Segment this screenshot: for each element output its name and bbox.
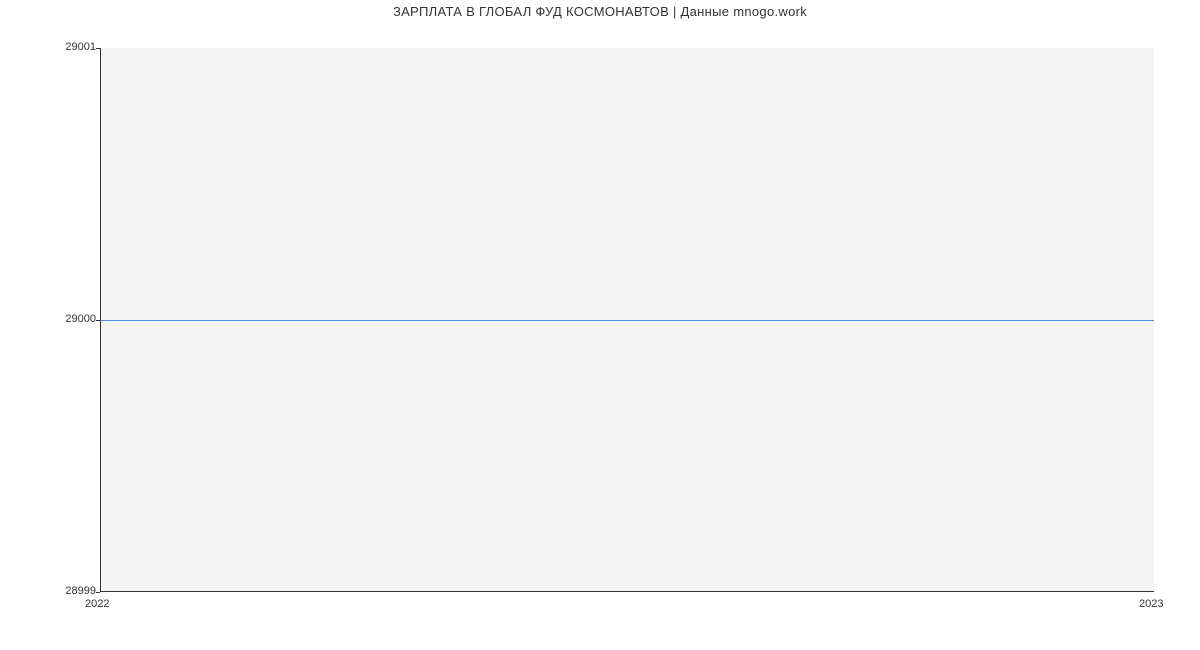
y-tick-label: 28999 (0, 585, 96, 597)
x-tick-label: 2022 (85, 598, 109, 610)
chart-title: ЗАРПЛАТА В ГЛОБАЛ ФУД КОСМОНАВТОВ | Данн… (0, 4, 1200, 19)
chart-container: ЗАРПЛАТА В ГЛОБАЛ ФУД КОСМОНАВТОВ | Данн… (0, 0, 1200, 650)
y-tick-mark (96, 320, 100, 321)
y-tick-label: 29000 (0, 313, 96, 325)
y-tick-mark (96, 48, 100, 49)
x-tick-label: 2023 (1139, 598, 1163, 610)
y-tick-mark (96, 592, 100, 593)
y-tick-label: 29001 (0, 41, 96, 53)
plot-area (100, 48, 1154, 592)
series-line (101, 320, 1154, 321)
